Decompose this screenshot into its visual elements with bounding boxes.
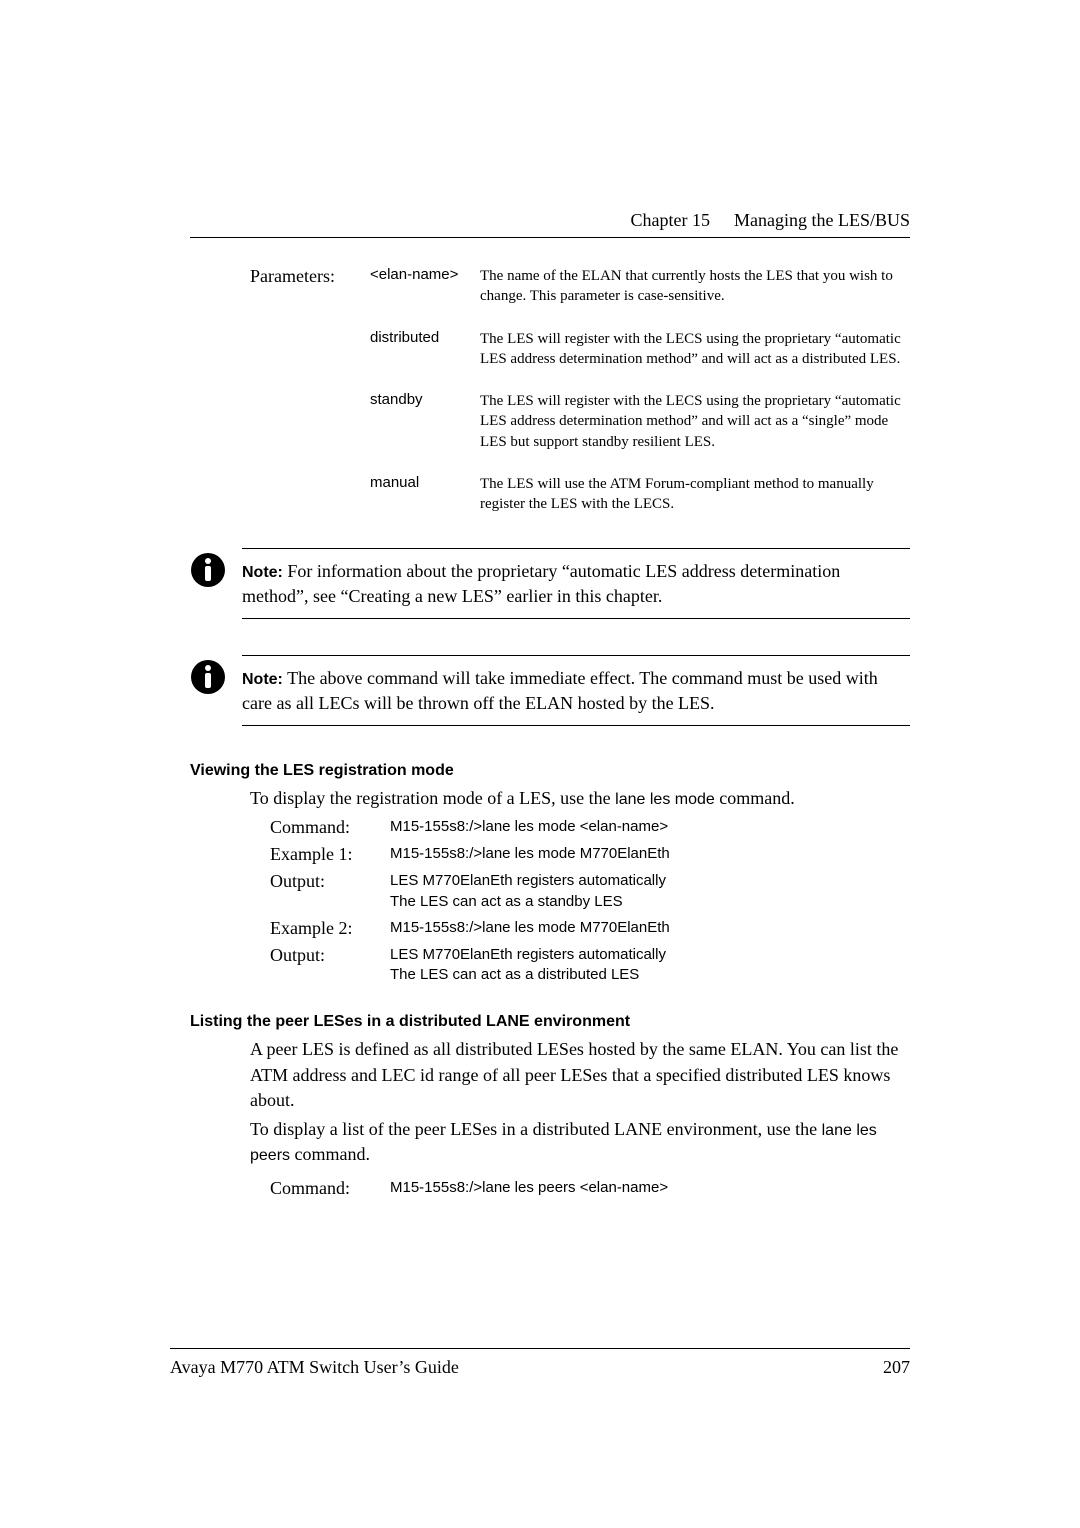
body-text: To display the registration mode of a LE…	[250, 786, 910, 811]
command-row: Output: LES M770ElanEth registers automa…	[270, 945, 910, 986]
note-label: Note:	[242, 564, 283, 581]
row-label: Command:	[270, 1178, 390, 1199]
parameters-label: Parameters:	[250, 266, 370, 307]
page-header: Chapter 15 Managing the LES/BUS	[190, 210, 910, 238]
rule	[242, 655, 910, 656]
note-text: Note: For information about the propriet…	[242, 559, 910, 608]
rule	[242, 725, 910, 726]
text: To display a list of the peer LESes in a…	[250, 1119, 822, 1139]
footer-title: Avaya M770 ATM Switch User’s Guide	[170, 1357, 459, 1378]
row-label: Example 2:	[270, 918, 390, 939]
text: command.	[290, 1144, 370, 1164]
param-row: standby The LES will register with the L…	[250, 391, 910, 452]
param-desc: The LES will register with the LECS usin…	[480, 391, 910, 452]
command-row: Example 2: M15-155s8:/>lane les mode M77…	[270, 918, 910, 939]
note-body: The above command will take immediate ef…	[242, 668, 878, 713]
note-body: For information about the proprietary “a…	[242, 561, 840, 606]
param-row: manual The LES will use the ATM Forum-co…	[250, 474, 910, 515]
rule	[242, 618, 910, 619]
row-value: M15-155s8:/>lane les peers <elan-name>	[390, 1178, 910, 1199]
row-label: Example 1:	[270, 844, 390, 865]
param-key: distributed	[370, 329, 480, 370]
row-value: M15-155s8:/>lane les mode M770ElanEth	[390, 844, 910, 865]
chapter-title: Managing the LES/BUS	[734, 210, 910, 231]
info-icon	[190, 552, 226, 588]
param-key: manual	[370, 474, 480, 515]
param-desc: The LES will use the ATM Forum-compliant…	[480, 474, 910, 515]
row-label: Output:	[270, 945, 390, 986]
info-icon	[190, 659, 226, 695]
rule	[242, 548, 910, 549]
note-block: Note: For information about the propriet…	[190, 548, 910, 619]
note-block: Note: The above command will take immedi…	[190, 655, 910, 726]
command-row: Command: M15-155s8:/>lane les peers <ela…	[270, 1178, 910, 1199]
param-row: Parameters: <elan-name> The name of the …	[250, 266, 910, 307]
page-number: 207	[883, 1357, 910, 1378]
row-value: LES M770ElanEth registers automatically …	[390, 945, 910, 986]
body-text: A peer LES is defined as all distributed…	[250, 1037, 910, 1113]
chapter-label: Chapter 15	[631, 210, 710, 231]
param-desc: The name of the ELAN that currently host…	[480, 266, 910, 307]
param-key: standby	[370, 391, 480, 452]
param-row: distributed The LES will register with t…	[250, 329, 910, 370]
command-row: Command: M15-155s8:/>lane les mode <elan…	[270, 817, 910, 838]
param-desc: The LES will register with the LECS usin…	[480, 329, 910, 370]
section-heading: Listing the peer LESes in a distributed …	[190, 1013, 910, 1031]
row-value: LES M770ElanEth registers automatically …	[390, 871, 910, 912]
text: command.	[715, 788, 795, 808]
command-row: Output: LES M770ElanEth registers automa…	[270, 871, 910, 912]
row-value: M15-155s8:/>lane les mode M770ElanEth	[390, 918, 910, 939]
command-row: Example 1: M15-155s8:/>lane les mode M77…	[270, 844, 910, 865]
row-value: M15-155s8:/>lane les mode <elan-name>	[390, 817, 910, 838]
note-label: Note:	[242, 671, 283, 688]
section-heading: Viewing the LES registration mode	[190, 762, 910, 780]
page-footer: Avaya M770 ATM Switch User’s Guide 207	[170, 1348, 910, 1378]
inline-command: lane les mode	[615, 791, 715, 808]
param-key: <elan-name>	[370, 266, 480, 307]
body-text: To display a list of the peer LESes in a…	[250, 1117, 910, 1168]
row-label: Output:	[270, 871, 390, 912]
note-text: Note: The above command will take immedi…	[242, 666, 910, 715]
page: Chapter 15 Managing the LES/BUS Paramete…	[0, 0, 1080, 1199]
row-label: Command:	[270, 817, 390, 838]
text: To display the registration mode of a LE…	[250, 788, 615, 808]
